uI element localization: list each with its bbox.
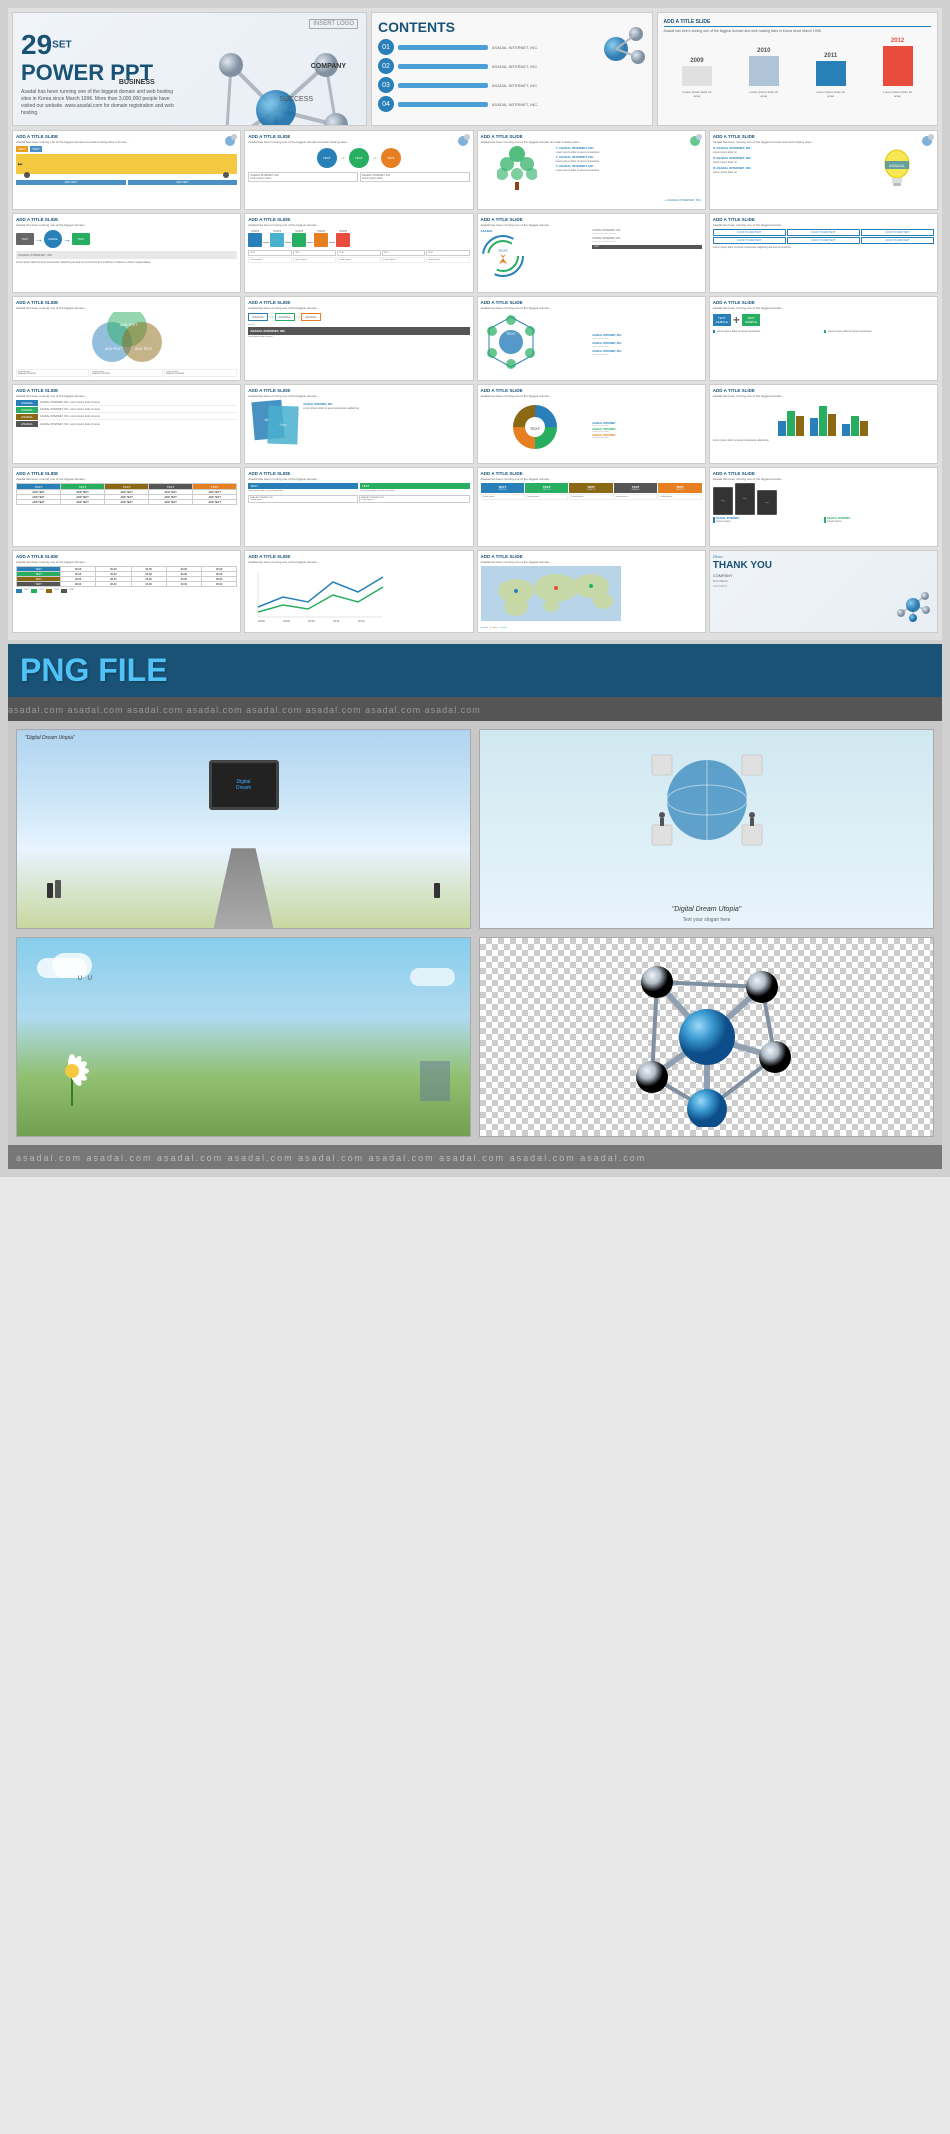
slide-col-compare: ADD A TITLE SLIDE Asadal has been runnin… [477,467,706,547]
set-number: 29 [21,29,52,60]
slide-multi-bar: ADD A TITLE SLIDE Asadal has been runnin… [709,384,938,464]
item-num-4: 04 [378,96,394,112]
slide-curved-arrows: ADD A TITLE SLIDE Asadal has been runnin… [244,296,473,381]
slide-blocks-plus: ADD A TITLE SLIDE Asadal has been runnin… [709,296,938,381]
item-num-3: 03 [378,77,394,93]
row-6: ADD A TITLE SLIDE Asadal has been runnin… [12,467,938,547]
slide-add-title-bus: ADD A TITLE SLIDE Asadal has been runnin… [12,130,241,210]
slide-circle-segments: ADD A TITLE SLIDE Asadal has been runnin… [477,384,706,464]
contents-item-2: 02 ASADAL INTERNET, INC. [378,58,582,74]
svg-text:TEXT: TEXT [497,248,508,253]
slide-big-table: ADD A TITLE SLIDE Asadal has been runnin… [12,467,241,547]
png-section: PNG FILE asadal.com asadal.com asadal.co… [8,644,942,1169]
timeline-slide: ADD A TITLE SLIDE Asadal has been runnin… [657,12,939,126]
contents-slide: CONTENTS 01 ASADAL INTERNET, INC. 02 ASA… [371,12,653,126]
contents-items: 01 ASADAL INTERNET, INC. 02 ASADAL INTER… [378,39,582,112]
bottom-watermark-text: asadal.com asadal.com asadal.com asadal.… [16,1153,646,1163]
timeline-title: ADD A TITLE SLIDE [664,19,932,27]
row-4: ADD A TITLE SLIDE Asadal has been runnin… [12,296,938,381]
slide-airplane: ADD A TITLE SLIDE Asadal has been runnin… [477,213,706,293]
svg-text:TEXT: TEXT [505,331,516,336]
png-image-1: DigitalDream "Digital Dream Utopia" [16,729,471,929]
contents-item-1: 01 ASADAL INTERNET, INC. [378,39,582,55]
svg-text:2011: 2011 [333,619,340,622]
item-num-1: 01 [378,39,394,55]
svg-text:TEXT: TEXT [530,426,541,431]
business-label: BUSINESS [119,79,155,86]
molecule-graphic-cover [186,35,366,126]
slide-cards: ADD A TITLE SLIDE Asadal has been runnin… [244,384,473,464]
png-image-3: ∪∪ [16,937,471,1137]
bottom-watermark-strip: asadal.com asadal.com asadal.com asadal.… [8,1145,942,1169]
slide-steps: ADD A TITLE SLIDE Asadal has been runnin… [244,213,473,293]
svg-text:ADD TEXT: ADD TEXT [105,347,123,351]
slide-title-circles: ADD A TITLE SLIDE Asadal has been runnin… [244,130,473,210]
slide-bar-text-pairs: ADD A TITLE SLIDE Asadal has been runnin… [244,467,473,547]
slide-asadal-list: ADD A TITLE SLIDE Asadal has been runnin… [12,384,241,464]
insert-logo-label: INSERT LOGO [309,19,358,29]
svg-text:ADD TEXT: ADD TEXT [135,347,153,351]
success-label: SUCCESS [279,96,313,103]
company-label: COMPANY [311,63,346,70]
item-num-2: 02 [378,58,394,74]
png-watermark-strip: asadal.com asadal.com asadal.com asadal.… [8,697,942,721]
png-file-title: PNG FILE [20,652,168,689]
svg-text:2010: 2010 [308,619,315,622]
contents-title: CONTENTS [378,19,582,35]
row-3: ADD A TITLE SLIDE Asadal has been runnin… [12,213,938,293]
cover-description: Asadal has been running one of the bigge… [21,89,181,117]
svg-text:ADD TEXT: ADD TEXT [120,323,138,327]
png-image-2: "Digital Dream Utopia" Text your slogan … [479,729,934,929]
slide-click-boxes: ADD A TITLE SLIDE Asadal has been runnin… [709,213,938,293]
svg-text:2008: 2008 [258,619,265,622]
slide-thank-you: 29SET THANK YOU COMPANY BUSINESS SUCCESS [709,550,938,633]
row-7: ADD A TITLE SLIDE Asadal has been runnin… [12,550,938,633]
slide-world-map: ADD A TITLE SLIDE Asadal has been runnin… [477,550,706,633]
svg-text:2009: 2009 [283,619,290,622]
contents-item-3: 03 ASADAL INTERNET, INC. [378,77,582,93]
slide-tree: ADD A TITLE SLIDE Asadal has been runnin… [477,130,706,210]
ppt-section: INSERT LOGO 29SET POWER PPT Asadal has b… [8,8,942,640]
slide-data-table: ADD A TITLE SLIDE Asadal has been runnin… [12,550,241,633]
top-row: INSERT LOGO 29SET POWER PPT Asadal has b… [12,12,938,126]
slide-flow-arrows: ADD A TITLE SLIDE Asadal has been runnin… [12,213,241,293]
contents-item-4: 04 ASADAL INTERNET, INC. [378,96,582,112]
row-2: ADD A TITLE SLIDE Asadal has been runnin… [12,130,938,210]
slide-lightbulb: ADD A TITLE SLIDE Asadal has been runnin… [709,130,938,210]
svg-text:2012: 2012 [358,619,365,622]
slide-hexagon: ADD A TITLE SLIDE Asadal has been runnin… [477,296,706,381]
row-5: ADD A TITLE SLIDE Asadal has been runnin… [12,384,938,464]
png-images-grid: DigitalDream "Digital Dream Utopia" [8,721,942,1145]
png-header: PNG FILE [8,644,942,697]
svg-text:ASADAL: ASADAL [889,163,906,168]
slide-line-graph: ADD A TITLE SLIDE Asadal has been runnin… [244,550,473,633]
main-container: INSERT LOGO 29SET POWER PPT Asadal has b… [0,0,950,1177]
slide-devices: ADD A TITLE SLIDE Asadal has been runnin… [709,467,938,547]
timeline-desc: Asadal has been running one of the bigge… [664,29,932,34]
set-label: SET [52,40,71,51]
png-image-4 [479,937,934,1137]
slide-venn: ADD A TITLE SLIDE Asadal has been runnin… [12,296,241,381]
cover-slide: INSERT LOGO 29SET POWER PPT Asadal has b… [12,12,367,126]
png-watermark-text: asadal.com asadal.com asadal.com asadal.… [8,705,481,715]
